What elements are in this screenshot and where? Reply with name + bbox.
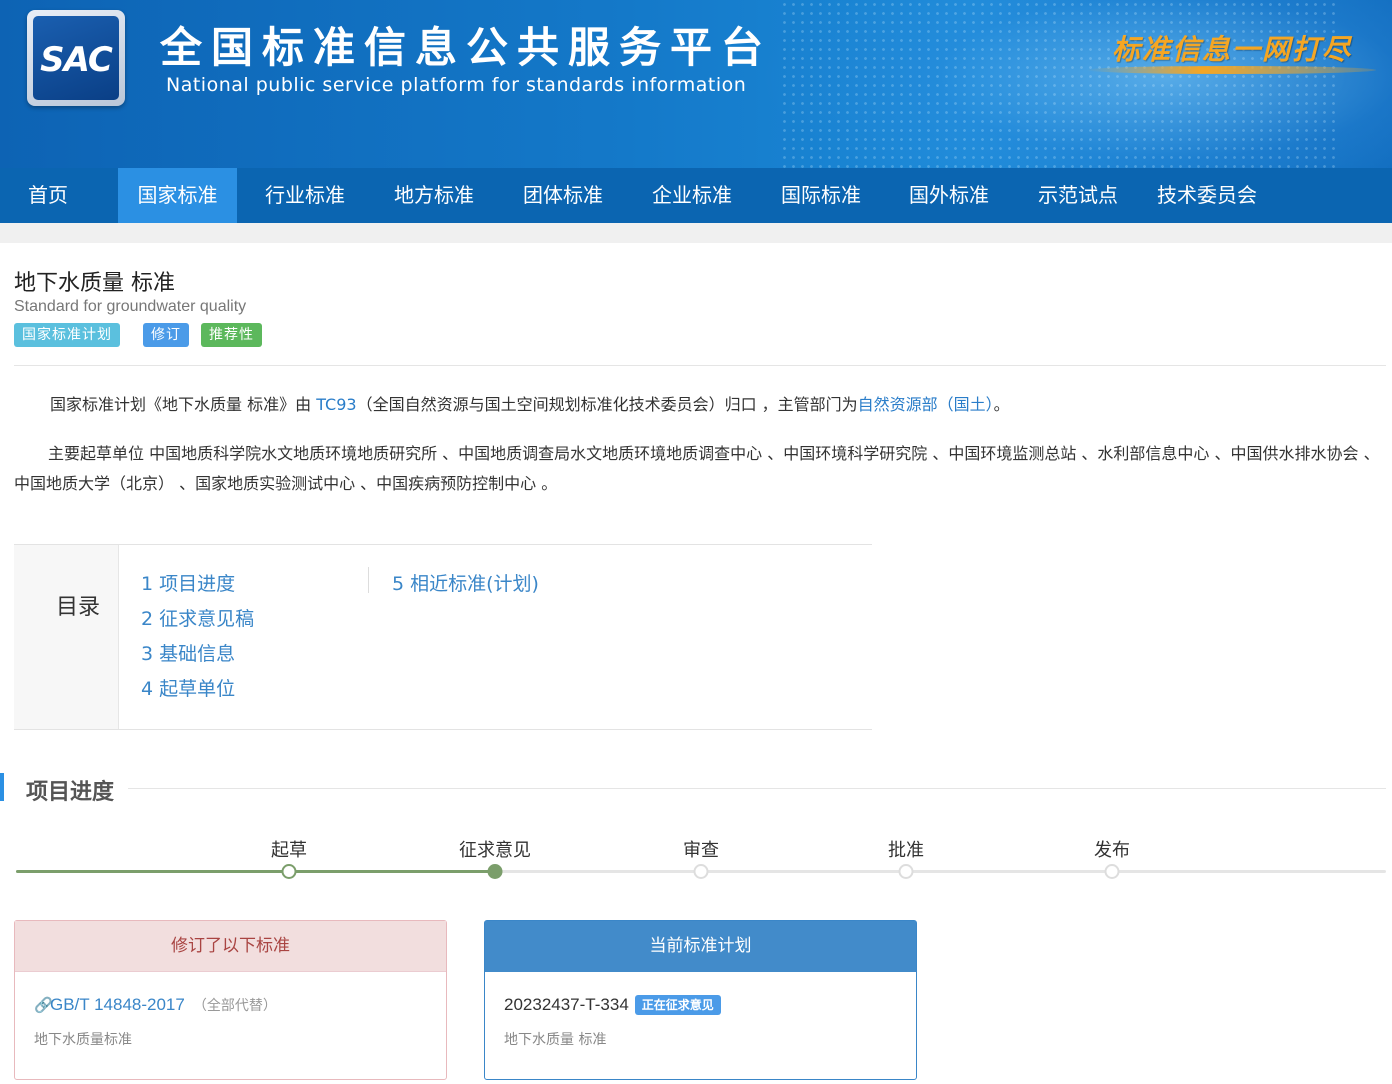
- step-label-approval: 批准: [888, 840, 924, 861]
- section-divider: [128, 788, 1386, 789]
- toc-item-drafting-units[interactable]: 4 起草单位: [141, 674, 235, 701]
- current-plan-code: 20232437-T-334: [504, 995, 629, 1014]
- site-banner: SAC 全国标准信息公共服务平台 National public service…: [0, 0, 1392, 168]
- tag-recommended: 推荐性: [201, 323, 262, 347]
- nav-subbar: [0, 223, 1392, 243]
- step-dot-approval: [898, 864, 914, 879]
- standard-title: 地下水质量 标准: [14, 271, 175, 296]
- step-label-drafting: 起草: [271, 840, 307, 861]
- current-plan-name: 地下水质量 标准: [504, 1032, 607, 1048]
- nav-item-home[interactable]: 首页: [0, 168, 96, 223]
- tag-national-plan: 国家标准计划: [14, 323, 120, 347]
- logo-text: SAC: [40, 40, 113, 80]
- banner-world-map: [780, 0, 1340, 168]
- nav-item-pilot[interactable]: 示范试点: [1018, 168, 1138, 223]
- slogan-swoosh: [1086, 66, 1376, 74]
- step-dot-publish: [1104, 864, 1120, 879]
- step-label-review: 审查: [683, 840, 719, 861]
- replaced-card-header: 修订了以下标准: [15, 921, 446, 972]
- desc-prefix: 国家标准计划《地下水质量 标准》由: [50, 395, 317, 414]
- toc-label-cell: 目录: [14, 545, 119, 729]
- sac-logo[interactable]: SAC: [27, 10, 125, 106]
- toc-item-basic-info[interactable]: 3 基础信息: [141, 639, 235, 666]
- current-plan-card: 当前标准计划 20232437-T-334 正在征求意见 地下水质量 标准: [484, 920, 917, 1080]
- table-of-contents: 目录 1 项目进度 2 征求意见稿 3 基础信息 4 起草单位 5 相近标准(计…: [14, 544, 872, 730]
- nav-item-foreign[interactable]: 国外标准: [889, 168, 1009, 223]
- department-link[interactable]: 自然资源部（国土）: [858, 395, 994, 414]
- divider: [14, 365, 1386, 366]
- main-nav: 首页 国家标准 行业标准 地方标准 团体标准 企业标准 国际标准 国外标准 示范…: [0, 168, 1392, 223]
- drafting-units-paragraph: 主要起草单位 中国地质科学院水文地质环境地质研究所 、中国地质调查局水文地质环境…: [14, 444, 1380, 493]
- step-dot-drafting: [281, 864, 297, 879]
- replacement-note: （全部代替）: [192, 998, 277, 1014]
- standard-english-title: Standard for groundwater quality: [14, 298, 247, 315]
- tag-revision: 修订: [143, 323, 189, 347]
- nav-item-national[interactable]: 国家标准: [118, 168, 237, 223]
- current-card-header: 当前标准计划: [485, 921, 916, 972]
- site-title: 全国标准信息公共服务平台: [160, 23, 773, 72]
- status-badge: 正在征求意见: [634, 995, 721, 1015]
- section-title-progress: 项目进度: [26, 780, 115, 805]
- nav-item-local[interactable]: 地方标准: [374, 168, 494, 223]
- nav-item-group[interactable]: 团体标准: [503, 168, 623, 223]
- step-label-comment: 征求意见: [459, 840, 531, 861]
- desc-suffix: 。: [993, 395, 1010, 414]
- nav-item-industry[interactable]: 行业标准: [245, 168, 365, 223]
- toc-separator: [368, 567, 369, 593]
- link-icon: 🔗: [34, 997, 53, 1014]
- toc-label: 目录: [56, 595, 101, 620]
- section-accent-bar: [0, 773, 4, 801]
- nav-item-committee[interactable]: 技术委员会: [1147, 168, 1267, 223]
- replaced-standard-row: 🔗GB/T 14848-2017 （全部代替）: [34, 995, 277, 1015]
- description-paragraph: 国家标准计划《地下水质量 标准》由 TC93（全国自然资源与国土空间规划标准化技…: [14, 390, 1384, 420]
- site-subtitle: National public service platform for sta…: [166, 74, 747, 96]
- current-plan-row: 20232437-T-334 正在征求意见: [504, 995, 721, 1015]
- toc-item-draft-for-comment[interactable]: 2 征求意见稿: [141, 604, 254, 631]
- step-dot-review: [693, 864, 709, 879]
- sac-logo-inner: SAC: [33, 16, 119, 100]
- replaced-standard-name: 地下水质量标准: [34, 1032, 132, 1048]
- step-dot-comment: [487, 864, 503, 879]
- slogan: 标准信息一网打尽: [1112, 33, 1353, 66]
- toc-item-similar-standards[interactable]: 5 相近标准(计划): [392, 569, 539, 596]
- nav-item-enterprise[interactable]: 企业标准: [632, 168, 752, 223]
- step-label-publish: 发布: [1094, 840, 1130, 861]
- progress-fill: [16, 870, 495, 873]
- replaced-standards-card: 修订了以下标准 🔗GB/T 14848-2017 （全部代替） 地下水质量标准: [14, 920, 447, 1080]
- nav-item-international[interactable]: 国际标准: [761, 168, 881, 223]
- toc-item-progress[interactable]: 1 项目进度: [141, 569, 235, 596]
- replaced-standard-code[interactable]: GB/T 14848-2017: [50, 995, 185, 1014]
- desc-middle: （全国自然资源与国土空间规划标准化技术委员会）归口 ，主管部门为: [356, 395, 858, 414]
- tc-link[interactable]: TC93: [316, 395, 356, 414]
